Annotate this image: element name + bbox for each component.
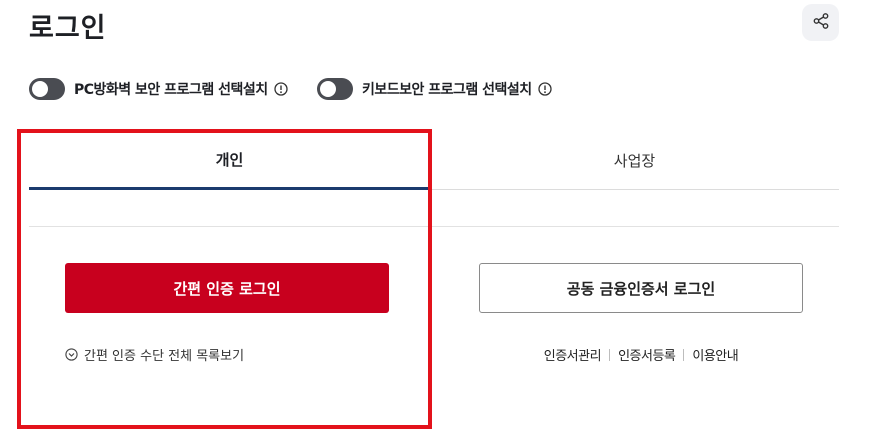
share-icon <box>812 12 830 34</box>
tab-business[interactable]: 사업장 <box>430 131 839 190</box>
certificate-manage-link[interactable]: 인증서관리 <box>544 345 602 364</box>
link-separator <box>683 348 685 361</box>
tab-personal[interactable]: 개인 <box>29 131 430 190</box>
page-title: 로그인 <box>29 13 107 44</box>
link-separator <box>609 348 611 361</box>
info-icon[interactable] <box>538 82 552 96</box>
firewall-toggle[interactable] <box>29 78 65 100</box>
firewall-toggle-label: PC방화벽 보안 프로그램 선택설치 <box>74 82 268 98</box>
divider <box>29 226 839 227</box>
keyboard-security-toggle-row: 키보드보안 프로그램 선택설치 <box>317 78 552 100</box>
keyboard-security-toggle[interactable] <box>317 78 353 100</box>
view-all-label: 간편 인증 수단 전체 목록보기 <box>84 349 245 364</box>
certificate-register-link[interactable]: 인증서등록 <box>618 345 676 364</box>
chevron-down-circle-icon <box>65 348 78 361</box>
firewall-toggle-row: PC방화벽 보안 프로그램 선택설치 <box>29 78 288 100</box>
certificate-links: 인증서관리 인증서등록 이용안내 <box>479 345 803 364</box>
certificate-login-button[interactable]: 공동 금융인증서 로그인 <box>479 263 803 313</box>
view-all-simple-auth-link[interactable]: 간편 인증 수단 전체 목록보기 <box>65 345 244 364</box>
info-icon[interactable] <box>273 82 288 96</box>
toggle-knob <box>320 81 336 97</box>
share-button[interactable] <box>802 4 839 41</box>
toggle-knob <box>32 81 48 97</box>
usage-guide-link[interactable]: 이용안내 <box>692 345 738 364</box>
keyboard-security-toggle-label: 키보드보안 프로그램 선택설치 <box>362 82 532 98</box>
simple-auth-login-button[interactable]: 간편 인증 로그인 <box>65 263 389 313</box>
